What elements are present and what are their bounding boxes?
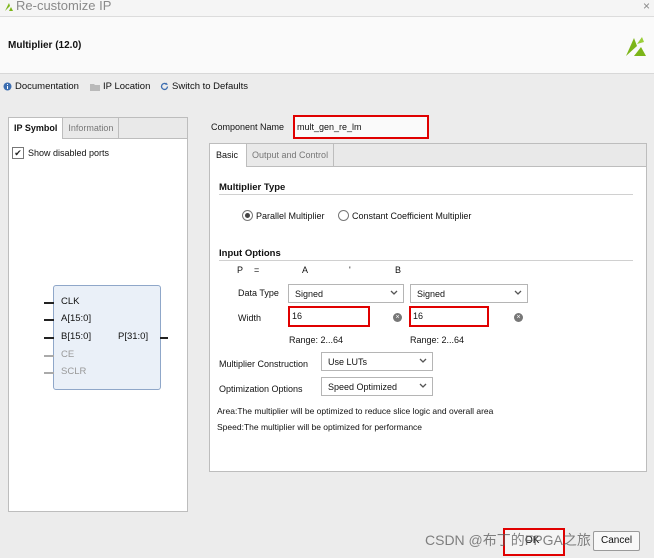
window-title: Re-customize IP bbox=[16, 0, 112, 13]
close-icon[interactable]: × bbox=[643, 0, 650, 13]
a-pin bbox=[44, 319, 54, 321]
chevron-down-icon bbox=[419, 383, 427, 388]
section-divider bbox=[219, 194, 633, 195]
ip-symbol-block: CLK A[15:0] B[15:0] CE SCLR P[31:0] bbox=[44, 285, 168, 390]
equation-equals: = bbox=[254, 265, 260, 275]
configuration-panel: Basic Output and Control Multiplier Type… bbox=[209, 143, 647, 472]
tab-output-and-control[interactable]: Output and Control bbox=[247, 144, 335, 166]
radio-selected-icon bbox=[242, 210, 253, 221]
folder-icon bbox=[90, 84, 100, 91]
constant-coefficient-label: Constant Coefficient Multiplier bbox=[352, 210, 472, 221]
width-b-value: 16 bbox=[413, 311, 424, 321]
switch-defaults-label: Switch to Defaults bbox=[172, 81, 249, 92]
equation-p: P bbox=[237, 265, 244, 275]
checkbox-checked-icon: ✔ bbox=[12, 147, 24, 159]
ip-location-label: IP Location bbox=[103, 81, 151, 92]
section-divider bbox=[219, 260, 633, 261]
clk-pin bbox=[44, 302, 54, 304]
range-a: Range: 2...64 bbox=[289, 335, 344, 345]
tab-information[interactable]: Information bbox=[63, 118, 120, 138]
equation-operator: ' bbox=[349, 265, 351, 275]
data-type-a-select[interactable]: Signed bbox=[288, 284, 404, 303]
width-b-input[interactable]: 16 bbox=[409, 306, 489, 327]
ip-location-button[interactable]: IP Location bbox=[90, 81, 150, 92]
component-name-input[interactable]: mult_gen_re_lm bbox=[293, 115, 429, 139]
equation-a: A bbox=[302, 265, 309, 275]
port-ce: CE bbox=[61, 349, 75, 360]
b-pin bbox=[44, 337, 54, 339]
parallel-multiplier-label: Parallel Multiplier bbox=[256, 210, 325, 221]
port-b: B[15:0] bbox=[61, 331, 92, 342]
multiplier-construction-label: Multiplier Construction bbox=[219, 359, 309, 369]
tab-ip-symbol[interactable]: IP Symbol bbox=[9, 118, 64, 139]
width-a-input[interactable]: 16 bbox=[288, 306, 370, 327]
tab-basic[interactable]: Basic bbox=[210, 144, 248, 167]
speed-note: Speed:The multiplier will be optimized f… bbox=[217, 422, 423, 432]
documentation-menu[interactable]: Documentation bbox=[3, 81, 79, 92]
chevron-down-icon bbox=[390, 290, 398, 295]
port-p: P[31:0] bbox=[118, 331, 149, 342]
data-type-a-value: Signed bbox=[295, 289, 324, 299]
data-type-b-value: Signed bbox=[417, 289, 446, 299]
construction-value: Use LUTs bbox=[328, 357, 368, 367]
cancel-button[interactable]: Cancel bbox=[593, 531, 640, 551]
radio-parallel-multiplier[interactable]: Parallel Multiplier bbox=[242, 210, 325, 221]
ip-toolbar: Documentation IP Location Switch to Defa… bbox=[0, 74, 654, 100]
clear-width-b-icon[interactable]: × bbox=[514, 313, 523, 322]
ip-symbol-panel: IP Symbol Information ✔ Show disabled po… bbox=[8, 117, 188, 512]
optimization-options-select[interactable]: Speed Optimized bbox=[321, 377, 433, 396]
switch-to-defaults-button[interactable]: Switch to Defaults bbox=[160, 81, 248, 92]
port-a: A[15:0] bbox=[61, 313, 92, 324]
dialog-header: Multiplier (12.0) bbox=[0, 17, 654, 74]
ce-pin bbox=[44, 355, 54, 357]
port-sclr: SCLR bbox=[61, 366, 87, 377]
multiplier-type-title: Multiplier Type bbox=[219, 182, 286, 193]
show-disabled-ports-label: Show disabled ports bbox=[28, 148, 110, 158]
cancel-label: Cancel bbox=[601, 535, 633, 546]
refresh-icon bbox=[160, 82, 169, 91]
component-name-label: Component Name bbox=[211, 122, 285, 132]
show-disabled-ports-checkbox[interactable]: ✔ Show disabled ports bbox=[12, 147, 109, 159]
optimization-options-label: Optimization Options bbox=[219, 384, 303, 394]
data-type-label: Data Type bbox=[238, 288, 279, 298]
documentation-label: Documentation bbox=[15, 81, 79, 92]
watermark: CSDN @布丁的FPGA之旅 bbox=[425, 532, 591, 548]
sclr-pin bbox=[44, 372, 54, 374]
multiplier-construction-select[interactable]: Use LUTs bbox=[321, 352, 433, 371]
chevron-down-icon bbox=[419, 358, 427, 363]
data-type-b-select[interactable]: Signed bbox=[410, 284, 528, 303]
radio-constant-coefficient[interactable]: Constant Coefficient Multiplier bbox=[338, 210, 471, 221]
chevron-down-icon bbox=[514, 290, 522, 295]
vivado-logo-icon bbox=[626, 37, 646, 56]
xilinx-logo-icon bbox=[5, 3, 13, 11]
clear-width-a-icon[interactable]: × bbox=[393, 313, 402, 322]
port-clk: CLK bbox=[61, 296, 80, 307]
width-a-value: 16 bbox=[292, 311, 303, 321]
info-icon bbox=[3, 82, 12, 91]
p-pin bbox=[160, 337, 168, 339]
equation-b: B bbox=[395, 265, 402, 275]
ip-title: Multiplier (12.0) bbox=[8, 40, 82, 51]
component-name-value: mult_gen_re_lm bbox=[297, 122, 362, 132]
title-bar: Re-customize IP × bbox=[0, 0, 654, 17]
input-options-title: Input Options bbox=[219, 248, 281, 259]
range-b: Range: 2...64 bbox=[410, 335, 465, 345]
area-note: Area:The multiplier will be optimized to… bbox=[217, 406, 494, 416]
radio-unselected-icon bbox=[338, 210, 349, 221]
optimization-value: Speed Optimized bbox=[328, 382, 398, 392]
width-label: Width bbox=[238, 313, 262, 323]
